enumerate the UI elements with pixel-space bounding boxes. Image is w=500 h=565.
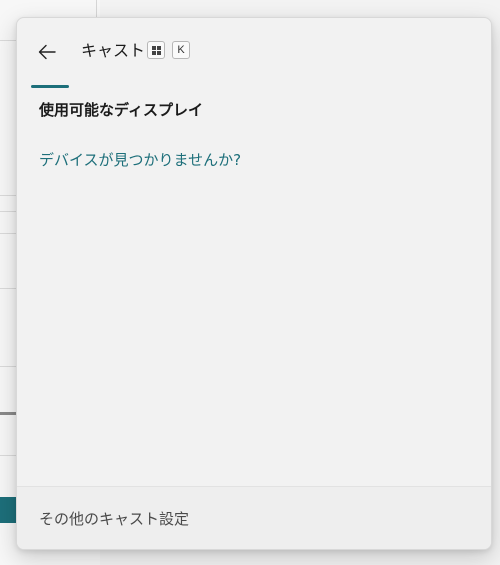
windows-logo-icon — [151, 45, 161, 55]
searching-progress-indicator — [31, 85, 69, 88]
flyout-header: キャスト K — [17, 18, 491, 88]
back-button[interactable] — [29, 36, 65, 68]
cast-flyout: キャスト K 使用可能なディスプレイ デバイスが見つかりませんか? その他のキャ… — [16, 17, 492, 550]
more-cast-settings-link[interactable]: その他のキャスト設定 — [39, 507, 189, 531]
flyout-title: キャスト — [81, 41, 146, 60]
shortcut-key-windows — [147, 41, 165, 59]
shortcut-key-k: K — [172, 41, 190, 59]
back-arrow-icon — [38, 44, 56, 60]
flyout-footer: その他のキャスト設定 — [17, 486, 491, 549]
devices-not-found-link[interactable]: デバイスが見つかりませんか? — [39, 148, 241, 172]
available-displays-heading: 使用可能なディスプレイ — [39, 101, 203, 119]
